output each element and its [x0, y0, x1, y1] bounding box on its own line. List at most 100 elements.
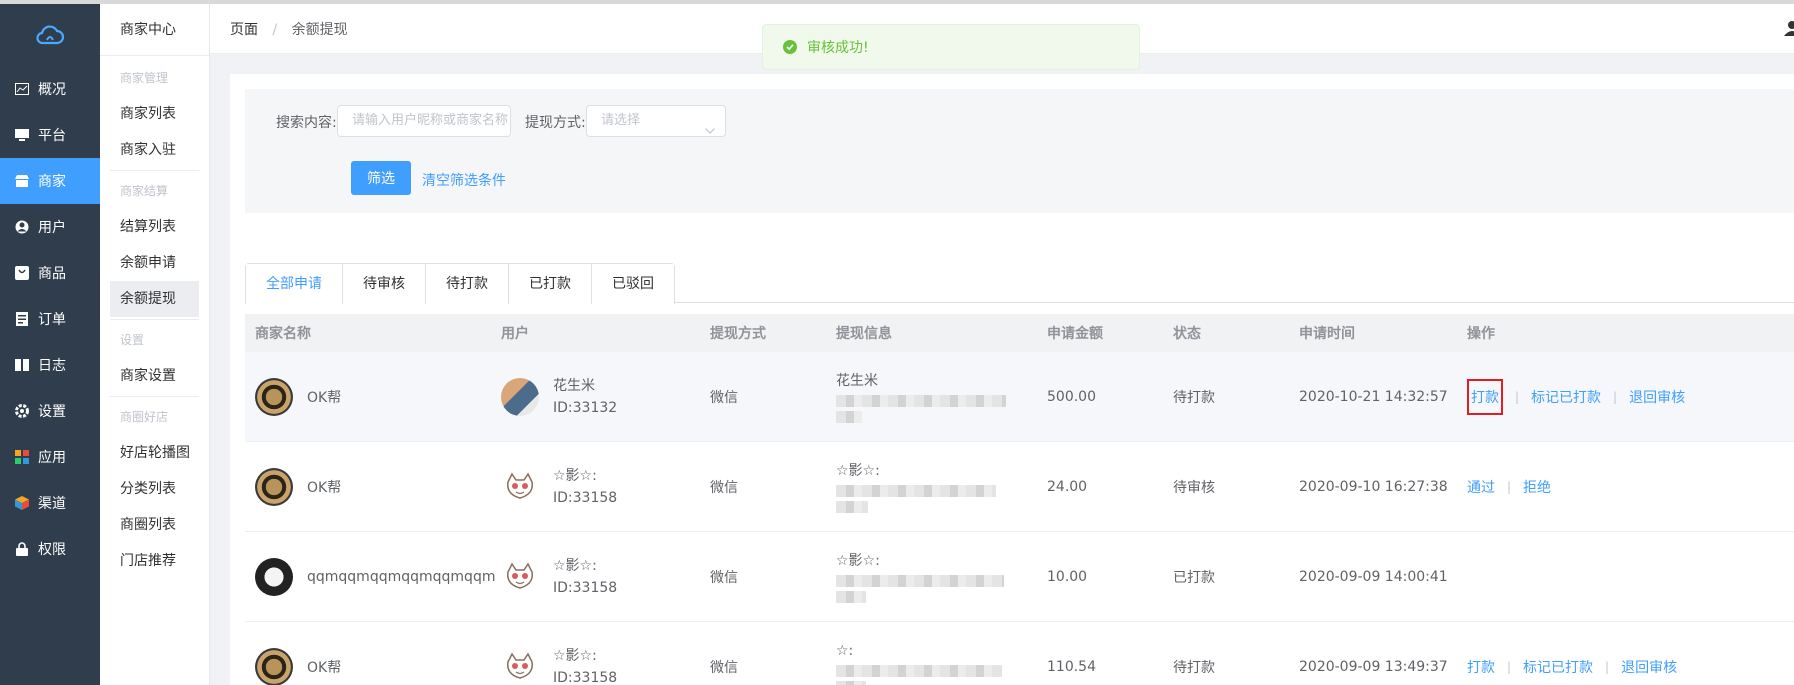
mark-paid-button[interactable]: 标记已打款	[1531, 387, 1601, 407]
blurred-account-info	[836, 664, 1002, 677]
user-icon	[14, 219, 30, 235]
chart-icon	[14, 81, 30, 97]
subnav-item-merchant-list[interactable]: 商家列表	[100, 96, 209, 132]
store-icon	[14, 173, 30, 189]
nav-item-log[interactable]: 日志	[0, 342, 100, 388]
check-circle-icon	[783, 40, 797, 54]
mark-paid-button[interactable]: 标记已打款	[1523, 657, 1593, 677]
order-icon	[14, 311, 30, 327]
blurred-account-info	[836, 590, 866, 603]
subnav-item-balance-withdraw[interactable]: 余额提现	[110, 281, 199, 317]
nav-item-order[interactable]: 订单	[0, 296, 100, 342]
clear-filter-link[interactable]: 清空筛选条件	[422, 170, 506, 190]
method-placeholder: 请选择	[601, 113, 641, 128]
apply-amount: 24.00	[1047, 478, 1088, 495]
user-menu-icon[interactable]	[1782, 20, 1794, 40]
subnav-item-merchant-join[interactable]: 商家入驻	[100, 132, 209, 168]
withdraw-info-name: ☆:	[836, 642, 854, 659]
withdraw-info-name: ☆影☆:	[836, 462, 880, 479]
withdraw-method: 微信	[710, 659, 738, 676]
blurred-account-info	[836, 484, 996, 497]
subnav-item-settlement-list[interactable]: 结算列表	[100, 209, 209, 245]
pay-button[interactable]: 打款	[1467, 657, 1495, 677]
subnav-item-category-list[interactable]: 分类列表	[100, 471, 209, 507]
approve-button[interactable]: 通过	[1467, 477, 1495, 497]
tab-paid[interactable]: 已打款	[508, 264, 591, 304]
nav-item-goods[interactable]: 商品	[0, 250, 100, 296]
nav-item-permission[interactable]: 权限	[0, 526, 100, 572]
breadcrumb: 页面 / 余额提现	[230, 19, 348, 39]
nav-item-platform[interactable]: 平台	[0, 112, 100, 158]
apply-time: 2020-09-09 13:49:37	[1299, 658, 1448, 675]
breadcrumb-root[interactable]: 页面	[230, 22, 258, 38]
subnav-item-shop-carousel[interactable]: 好店轮播图	[100, 435, 209, 471]
merchant-avatar	[255, 377, 293, 416]
success-toast: 审核成功!	[762, 24, 1140, 70]
main-sidebar: 概况 平台 商家 用户 商品 订单 日志 设置 应用 渠道 权限	[0, 4, 100, 685]
user-name: ☆影☆:	[553, 467, 597, 484]
blurred-account-info	[836, 574, 1004, 587]
user-avatar	[501, 557, 539, 596]
user-avatar	[501, 377, 539, 416]
search-input[interactable]: 请输入用户昵称或商家名称	[337, 105, 511, 137]
withdraw-method: 微信	[710, 479, 738, 496]
blurred-account-info	[836, 500, 868, 513]
subnav-item-store-recommend[interactable]: 门店推荐	[100, 543, 209, 579]
status-text: 待审核	[1173, 479, 1215, 496]
header-status: 状态	[1173, 326, 1201, 342]
tab-rejected[interactable]: 已驳回	[591, 264, 674, 304]
tab-all[interactable]: 全部申请	[246, 264, 342, 304]
subnav-group-title: 商圈好店	[120, 410, 169, 424]
nav-item-overview[interactable]: 概况	[0, 66, 100, 112]
filter-button[interactable]: 筛选	[351, 161, 411, 195]
table-header: 商家名称 用户 提现方式 提现信息 申请金额 状态 申请时间 操作	[245, 314, 1794, 352]
subnav-item-district-list[interactable]: 商圈列表	[100, 507, 209, 543]
return-review-button[interactable]: 退回审核	[1621, 657, 1677, 677]
nav-item-user[interactable]: 用户	[0, 204, 100, 250]
table-row[interactable]: OK帮 ☆影☆: ID:33158 微信 ☆: 110.54 待打款 2020-0…	[245, 622, 1794, 685]
method-select[interactable]: 请选择	[586, 105, 726, 137]
nav-item-apps[interactable]: 应用	[0, 434, 100, 480]
nav-item-merchant[interactable]: 商家	[0, 158, 100, 204]
merchant-name: OK帮	[307, 659, 342, 676]
cube-icon	[14, 495, 30, 511]
search-label: 搜索内容:	[276, 115, 337, 131]
apply-amount: 110.54	[1047, 658, 1096, 675]
subnav-divider	[110, 170, 199, 171]
apply-time: 2020-09-09 14:00:41	[1299, 568, 1448, 585]
reject-button[interactable]: 拒绝	[1523, 477, 1551, 497]
cloud-logo-icon[interactable]	[0, 4, 100, 66]
subnav-item-merchant-settings[interactable]: 商家设置	[100, 358, 209, 394]
method-label: 提现方式:	[525, 115, 586, 131]
header-merchant: 商家名称	[255, 326, 311, 342]
subnav-group-title: 设置	[120, 333, 145, 347]
search-placeholder: 请输入用户昵称或商家名称	[352, 113, 509, 128]
tab-pending-review[interactable]: 待审核	[342, 264, 425, 304]
table-row[interactable]: OK帮 ☆影☆: ID:33158 微信 ☆影☆: 24.00 待审核 2020-…	[245, 442, 1794, 532]
apply-time: 2020-10-21 14:32:57	[1299, 388, 1448, 405]
withdraw-info-name: ☆影☆:	[836, 552, 880, 569]
chevron-down-icon	[705, 116, 715, 146]
sub-sidebar: 商家中心 商家管理 商家列表 商家入驻 商家结算 结算列表 余额申请 余额提现 …	[100, 4, 210, 685]
apply-amount: 10.00	[1047, 568, 1088, 585]
tab-pending-payment[interactable]: 待打款	[425, 264, 508, 304]
content-card: 搜索内容: 请输入用户昵称或商家名称 提现方式: 请选择 筛选 清空筛选条件 全…	[230, 74, 1794, 685]
gear-icon	[14, 403, 30, 419]
table-row[interactable]: OK帮 花生米 ID:33132 微信 花生米 500.00 待打款 2020-1…	[245, 352, 1794, 442]
subnav-divider	[110, 396, 199, 397]
merchant-name: OK帮	[307, 479, 342, 496]
status-text: 已打款	[1173, 569, 1215, 586]
user-avatar	[501, 647, 539, 685]
subnav-title: 商家中心	[100, 4, 209, 56]
return-review-button[interactable]: 退回审核	[1629, 387, 1685, 407]
withdraw-method: 微信	[710, 389, 738, 406]
user-avatar	[501, 467, 539, 506]
pay-button[interactable]: 打款	[1467, 378, 1503, 415]
nav-item-channel[interactable]: 渠道	[0, 480, 100, 526]
apply-amount: 500.00	[1047, 388, 1096, 405]
nav-item-settings[interactable]: 设置	[0, 388, 100, 434]
table-row[interactable]: qqmqqmqqmqqmqqmqqm ☆影☆: ID:33158 微信 ☆影☆: …	[245, 532, 1794, 622]
subnav-item-balance-apply[interactable]: 余额申请	[100, 245, 209, 281]
main-content: 搜索内容: 请输入用户昵称或商家名称 提现方式: 请选择 筛选 清空筛选条件 全…	[210, 54, 1794, 685]
user-id: ID:33158	[553, 489, 618, 506]
